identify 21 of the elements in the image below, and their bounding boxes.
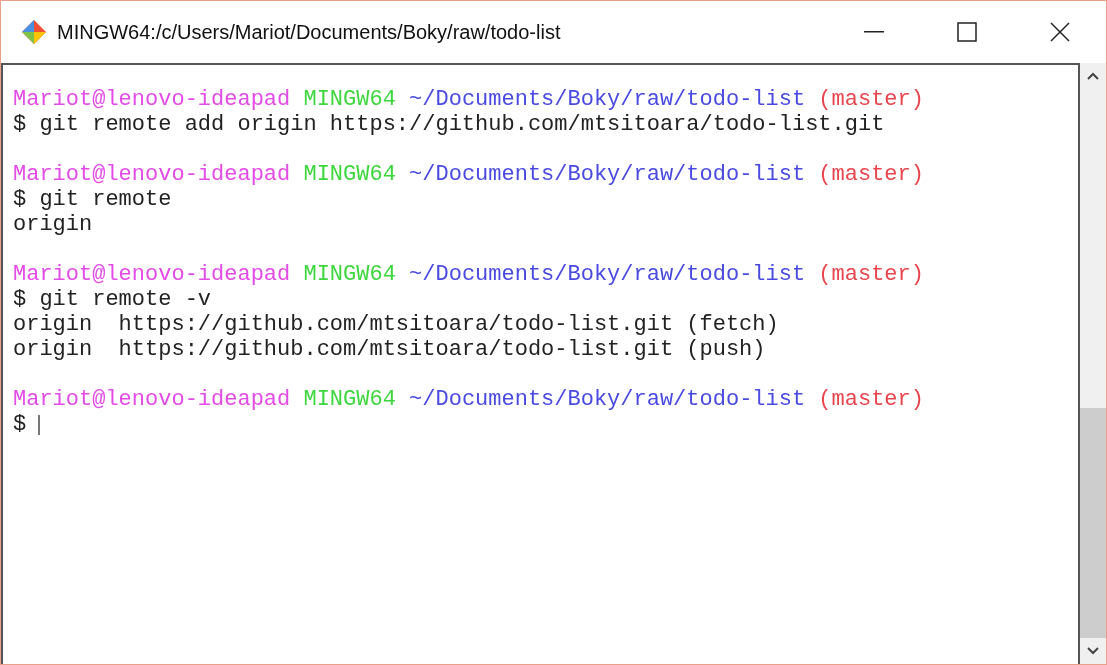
command-line: $	[13, 412, 27, 437]
minimize-icon[interactable]	[863, 31, 884, 33]
close-icon[interactable]	[1049, 22, 1070, 42]
prompt-line: Mariot@lenovo-ideapad MINGW64 ~/Documents/Boky/raw/todo-list (master)	[13, 387, 924, 412]
prompt-line: Mariot@lenovo-ideapad MINGW64 ~/Documents/Boky/raw/todo-list (master)	[13, 162, 924, 187]
prompt-line: Mariot@lenovo-ideapad MINGW64 ~/Documents/Boky/raw/todo-list (master)	[13, 262, 924, 287]
terminal-area[interactable]	[1, 63, 1080, 664]
command-line: $ git remote -v	[13, 287, 212, 312]
output-line: origin https://github.com/mtsitoara/todo-list.git (fetch)	[13, 312, 779, 337]
output-line: origin	[13, 212, 93, 237]
chevron-down-icon[interactable]	[1087, 647, 1099, 655]
maximize-icon[interactable]	[956, 22, 977, 42]
scrollbar[interactable]	[1080, 63, 1106, 664]
chevron-up-icon[interactable]	[1087, 72, 1099, 80]
command-line: $ git remote	[13, 187, 172, 212]
scroll-thumb[interactable]	[1080, 408, 1106, 638]
output-line: origin https://github.com/mtsitoara/todo-list.git (push)	[13, 337, 766, 362]
prompt-line: Mariot@lenovo-ideapad MINGW64 ~/Documents/Boky/raw/todo-list (master)	[13, 87, 924, 112]
git-diamond-icon	[21, 19, 47, 45]
command-line: $ git remote add origin https://github.com/mtsitoara/todo-list.git	[13, 112, 885, 137]
window-title: MINGW64:/c/Users/Mariot/Documents/Boky/raw/todo-list	[57, 20, 562, 45]
